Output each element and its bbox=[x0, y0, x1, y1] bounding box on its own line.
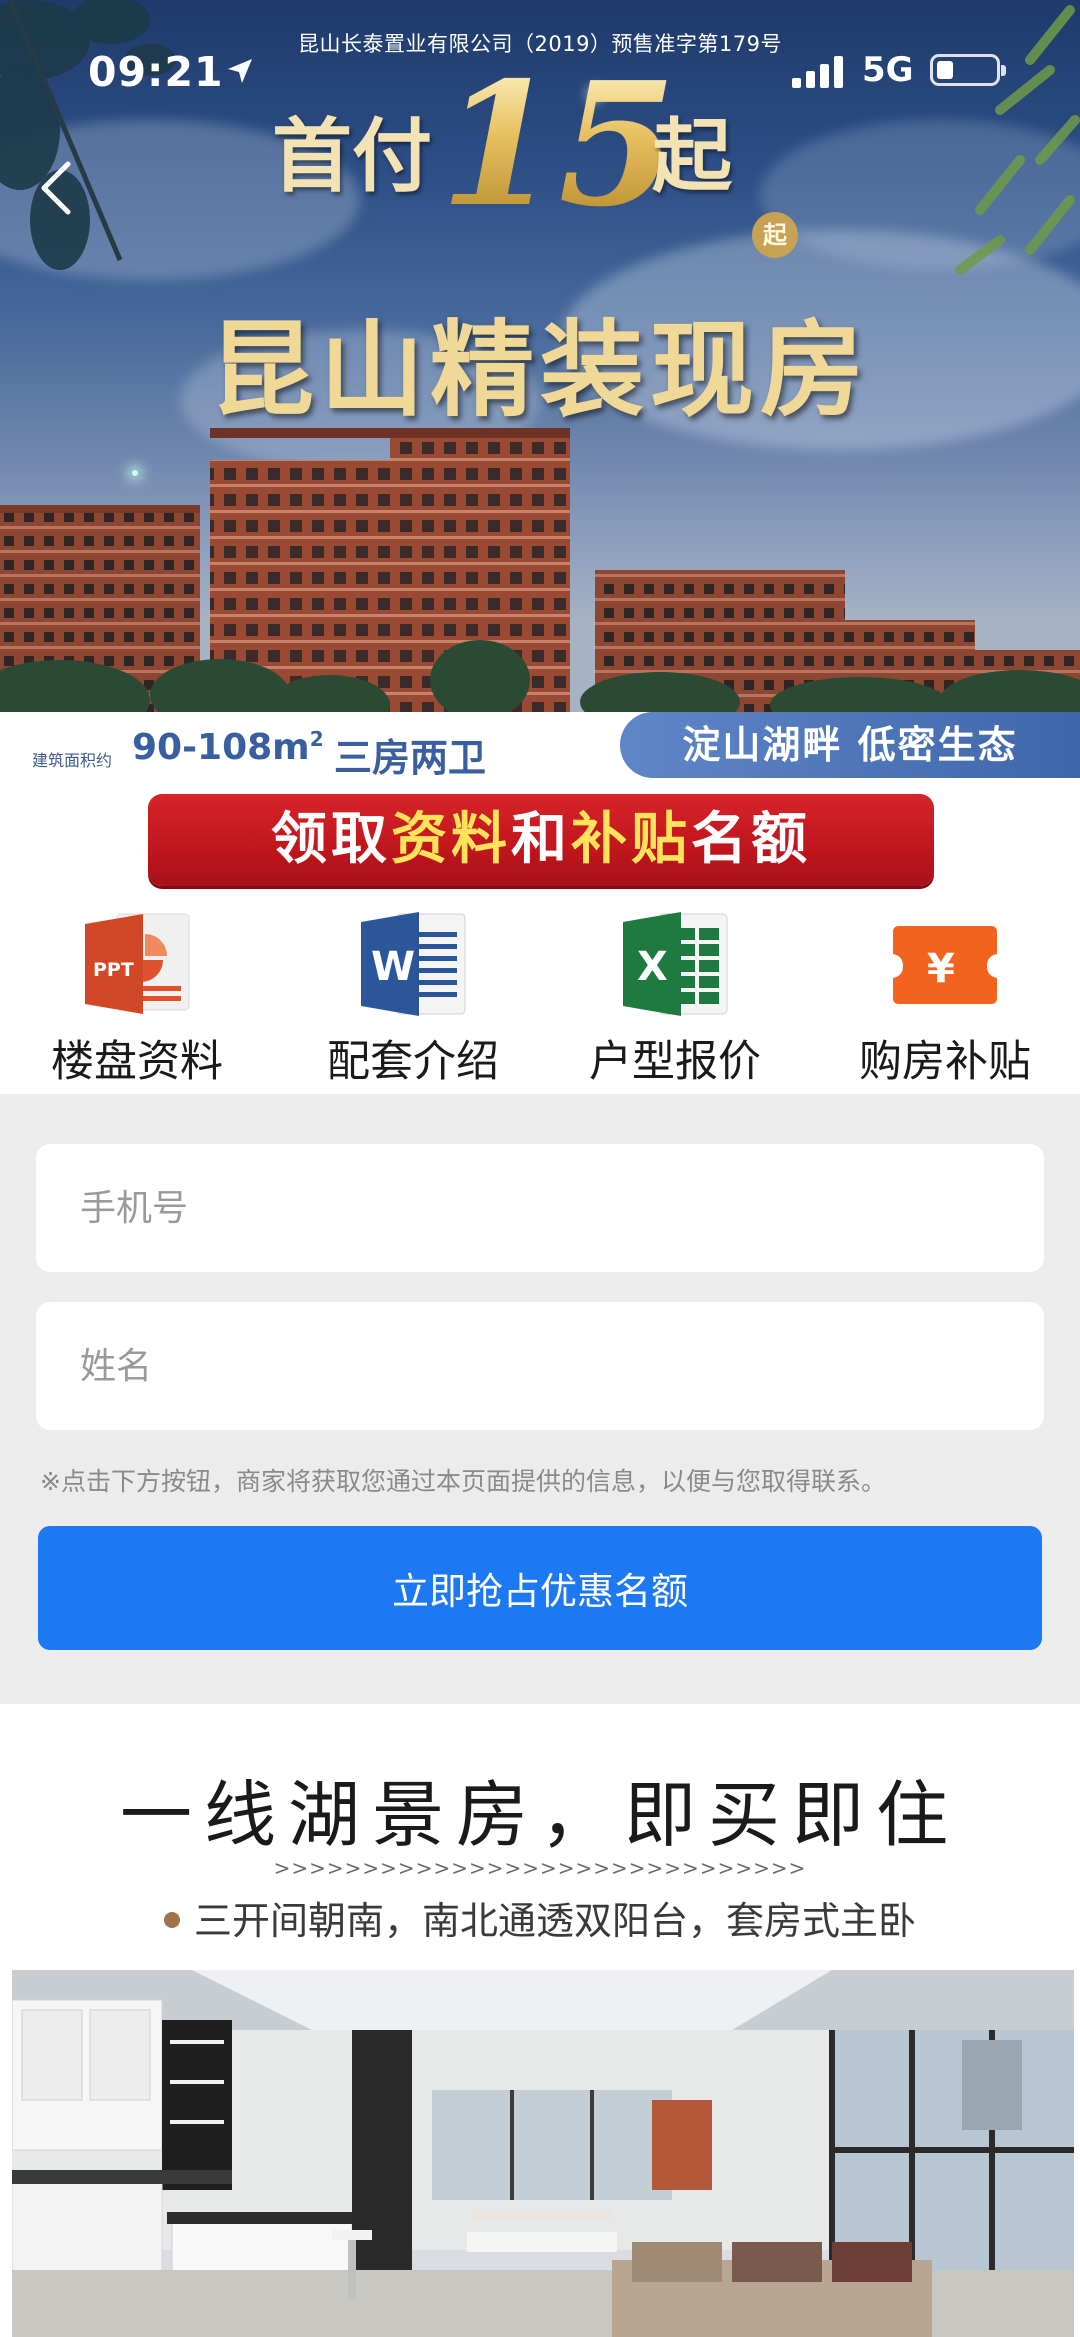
feature-bullet: 三开间朝南，南北通透双阳台，套房式主卧 bbox=[0, 1890, 1080, 1945]
hero-banner: 昆山长泰置业有限公司（2019）预售准字第179号 09:21 5G 首付 15… bbox=[0, 0, 1080, 780]
yuan-coupon-icon: ¥ bbox=[893, 926, 997, 1004]
arrow-divider: >>>>>>>>>>>>>>>>>>>>>>>>>>>>>> bbox=[273, 1856, 807, 1880]
phone-input[interactable] bbox=[36, 1144, 1044, 1272]
ppt-icon: PPT bbox=[85, 913, 190, 1014]
bullet-dot bbox=[163, 1911, 180, 1928]
svg-text:X: X bbox=[637, 944, 668, 990]
doc-item-amenities[interactable]: W 配套介绍 bbox=[278, 900, 548, 1092]
network-type: 5G bbox=[862, 50, 914, 90]
word-icon: W bbox=[361, 912, 466, 1016]
privacy-notice: ※点击下方按钮，商家将获取您通过本页面提供的信息，以便与您取得联系。 bbox=[40, 1467, 886, 1496]
doc-item-purchase-subsidy[interactable]: ¥ 购房补贴 bbox=[810, 900, 1080, 1092]
feature-title: 一线湖景房，即买即住 bbox=[119, 1773, 960, 1857]
living-room-image bbox=[12, 1970, 1074, 2337]
submit-button[interactable]: 立即抢占优惠名额 bbox=[38, 1526, 1042, 1650]
area-label: 建筑面积约 bbox=[32, 751, 113, 770]
name-input[interactable] bbox=[36, 1302, 1044, 1430]
signal-icon bbox=[792, 56, 843, 88]
down-payment-prefix: 首付 bbox=[272, 109, 432, 203]
area-value-text: 90-108m bbox=[132, 727, 310, 768]
lead-form: ※点击下方按钮，商家将获取您通过本页面提供的信息，以便与您取得联系。 立即抢占优… bbox=[0, 1094, 1080, 1704]
doc-label: 配套介绍 bbox=[327, 1037, 499, 1087]
banner-text-highlight: 资料 bbox=[391, 807, 511, 872]
location-arrow-icon bbox=[228, 59, 252, 83]
document-shortcuts: PPT 楼盘资料 W 配套介绍 X 户型报价 ¥ 购房补贴 bbox=[0, 900, 1080, 1092]
doc-item-project-info[interactable]: PPT 楼盘资料 bbox=[2, 900, 272, 1092]
spec-bar: 建筑面积约 90-108m2 三房两卫 淀山湖畔 低密生态 bbox=[0, 712, 1080, 780]
room-layout: 三房两卫 bbox=[334, 736, 487, 780]
doc-item-floorplan-price[interactable]: X 户型报价 bbox=[540, 900, 810, 1092]
banner-text-highlight: 补贴 bbox=[571, 807, 691, 872]
back-arrow-icon[interactable] bbox=[38, 160, 74, 216]
svg-text:¥: ¥ bbox=[927, 946, 955, 992]
battery-icon bbox=[930, 54, 1006, 86]
svg-text:PPT: PPT bbox=[93, 959, 134, 981]
feature-bullet-text: 三开间朝南，南北通透双阳台，套房式主卧 bbox=[193, 1899, 916, 1943]
down-payment-suffix: 起 bbox=[652, 109, 732, 203]
claim-materials-banner[interactable]: 领取资料和补贴名额 bbox=[148, 794, 934, 886]
status-time: 09:21 bbox=[88, 48, 224, 96]
trees-decoration bbox=[0, 640, 1080, 720]
area-unit-sup: 2 bbox=[309, 727, 324, 751]
banner-text: 名额 bbox=[691, 807, 811, 872]
svg-text:W: W bbox=[371, 944, 415, 990]
banner-text: 领取 bbox=[271, 807, 391, 872]
area-value: 90-108m2 bbox=[132, 727, 324, 768]
doc-label: 户型报价 bbox=[589, 1037, 761, 1087]
doc-label: 楼盘资料 bbox=[51, 1037, 223, 1087]
location-tag: 淀山湖畔 低密生态 bbox=[620, 712, 1080, 778]
down-payment-badge: 起 bbox=[752, 212, 798, 258]
banner-text: 和 bbox=[511, 807, 571, 872]
interior-photo bbox=[12, 1970, 1074, 2337]
doc-label: 购房补贴 bbox=[859, 1037, 1031, 1087]
down-payment-number: 15 bbox=[440, 45, 677, 245]
excel-icon: X bbox=[623, 912, 728, 1016]
